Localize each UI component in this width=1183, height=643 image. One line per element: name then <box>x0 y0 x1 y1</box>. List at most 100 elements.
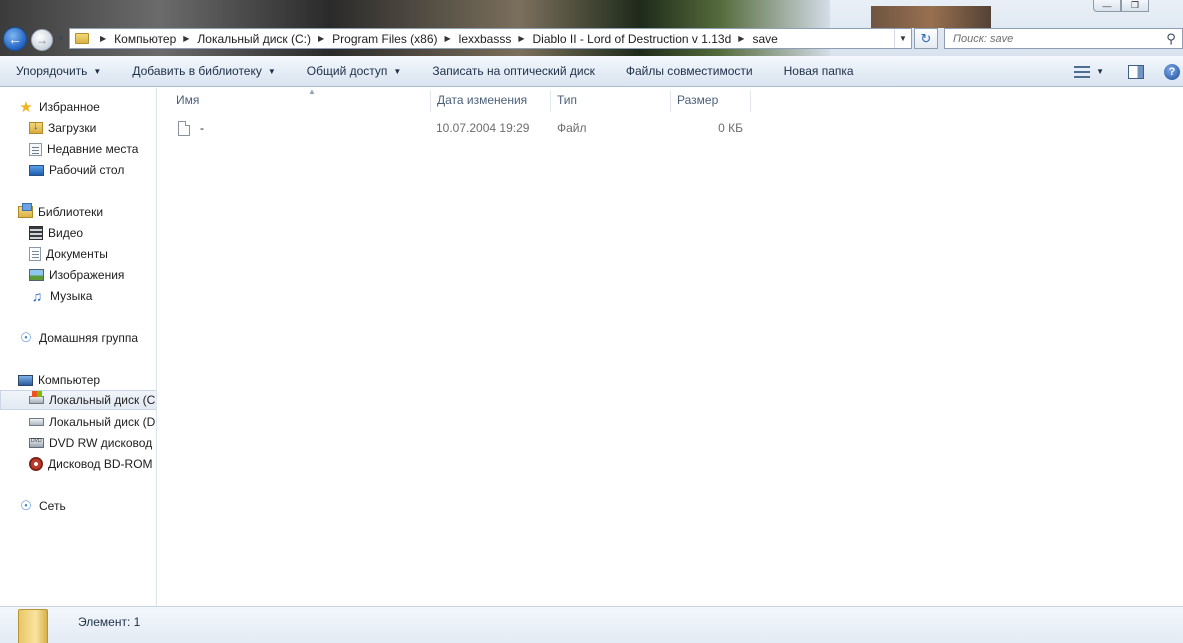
file-name: - <box>200 121 204 135</box>
add-to-library-button[interactable]: Добавить в библиотеку ▼ <box>116 64 290 78</box>
search-placeholder: Поиск: save <box>953 32 1014 45</box>
minimize-button[interactable]: — <box>1093 0 1121 12</box>
nav-desktop[interactable]: Рабочий стол <box>29 160 124 180</box>
nav-computer[interactable]: Компьютер <box>18 370 100 390</box>
background-thumbnail <box>871 6 991 28</box>
bd-rom-icon <box>29 457 43 471</box>
item-count: Элемент: 1 <box>78 615 141 629</box>
file-type: Файл <box>557 121 587 135</box>
navigation-pane: ★ Избранное Загрузки Недавние места Рабоч… <box>0 88 157 606</box>
nav-downloads[interactable]: Загрузки <box>29 118 96 138</box>
table-row[interactable]: - 10.07.2004 19:29 Файл 0 КБ <box>158 118 758 138</box>
nav-drive-d[interactable]: Локальный диск (D <box>29 412 155 432</box>
recent-pages-dropdown[interactable]: ▼ <box>57 34 65 43</box>
homegroup-icon: ☉ <box>20 330 32 345</box>
back-arrow-icon: ← <box>8 31 22 47</box>
title-bar: — ❐ ← → ▼ ▶ Компьютер ▶ Локальный диск (… <box>0 0 1183 56</box>
nav-favorites[interactable]: ★ Избранное <box>18 97 100 117</box>
status-bar: Элемент: 1 <box>0 606 1183 643</box>
star-icon: ★ <box>19 99 33 116</box>
chevron-right-icon[interactable]: ▶ <box>183 34 189 43</box>
column-divider[interactable] <box>750 90 751 112</box>
nav-homegroup[interactable]: ☉ Домашняя группа <box>18 328 138 348</box>
folder-icon <box>18 609 48 643</box>
nav-label: DVD RW дисковод ( <box>49 436 157 450</box>
window-controls: — ❐ <box>1093 0 1149 12</box>
new-folder-button[interactable]: Новая папка <box>768 64 869 78</box>
column-date-label: Дата изменения <box>437 93 528 107</box>
compat-files-button[interactable]: Файлы совместимости <box>610 64 768 78</box>
nav-bd-drive[interactable]: Дисковод BD-ROM <box>29 454 153 474</box>
share-label: Общий доступ <box>306 64 388 78</box>
chevron-right-icon[interactable]: ▶ <box>738 34 744 43</box>
compat-files-label: Файлы совместимости <box>625 64 753 78</box>
forward-arrow-icon: → <box>36 33 48 47</box>
preview-pane-icon[interactable] <box>1128 64 1144 79</box>
search-input[interactable]: Поиск: save ⚲ <box>944 28 1183 49</box>
nav-network[interactable]: ☉ Сеть <box>18 496 66 516</box>
file-date: 10.07.2004 19:29 <box>436 121 530 135</box>
address-history-dropdown[interactable]: ▼ <box>894 29 911 48</box>
nav-music[interactable]: ♫ Музыка <box>29 286 93 306</box>
nav-label: Библиотеки <box>38 205 104 219</box>
chevron-right-icon[interactable]: ▶ <box>445 34 451 43</box>
help-icon[interactable]: ? <box>1164 63 1180 80</box>
column-name-label: Имя <box>176 93 200 107</box>
video-icon <box>29 226 43 240</box>
nav-video[interactable]: Видео <box>29 223 83 243</box>
chevron-down-icon: ▼ <box>267 66 276 76</box>
music-icon: ♫ <box>31 288 43 304</box>
breadcrumb-computer[interactable]: Компьютер <box>114 32 176 46</box>
new-folder-label: Новая папка <box>783 64 854 78</box>
breadcrumb-save[interactable]: save <box>752 32 777 46</box>
folder-icon <box>75 33 89 44</box>
chevron-right-icon[interactable]: ▶ <box>100 34 106 43</box>
dvd-drive-icon <box>29 438 44 448</box>
column-size-label: Размер <box>677 93 719 107</box>
view-options-icon[interactable] <box>1074 65 1091 78</box>
view-options-dropdown[interactable]: ▼ <box>1096 67 1104 76</box>
chevron-right-icon[interactable]: ▶ <box>518 34 524 43</box>
nav-dvd-drive[interactable]: DVD RW дисковод ( <box>29 433 157 453</box>
nav-label: Рабочий стол <box>49 163 125 177</box>
add-to-library-label: Добавить в библиотеку <box>132 64 262 78</box>
breadcrumb-diablo[interactable]: Diablo II - Lord of Destruction v 1.13d <box>533 32 732 46</box>
column-header-date[interactable]: Дата изменения <box>431 88 551 112</box>
file-name-cell: - <box>178 118 204 138</box>
share-button[interactable]: Общий доступ ▼ <box>291 64 417 78</box>
column-header-type[interactable]: Тип <box>551 88 671 112</box>
burn-button[interactable]: Записать на оптический диск <box>416 64 610 78</box>
refresh-icon: ↻ <box>920 30 932 46</box>
breadcrumb-drive-c[interactable]: Локальный диск (C:) <box>197 32 311 46</box>
nav-documents[interactable]: Документы <box>29 244 108 264</box>
file-icon <box>178 120 190 136</box>
nav-images[interactable]: Изображения <box>29 265 124 285</box>
nav-label: Локальный диск (D <box>49 415 156 429</box>
search-icon[interactable]: ⚲ <box>1160 31 1182 47</box>
network-icon: ☉ <box>20 498 32 513</box>
chevron-down-icon: ▼ <box>93 66 102 76</box>
column-header-size[interactable]: Размер <box>671 88 751 112</box>
recent-places-icon <box>29 142 42 156</box>
chevron-right-icon[interactable]: ▶ <box>318 34 324 43</box>
nav-label: Документы <box>46 247 108 261</box>
organize-button[interactable]: Упорядочить ▼ <box>0 64 116 78</box>
images-icon <box>29 269 44 281</box>
view-controls: ▼ ? <box>1074 56 1183 87</box>
forward-button[interactable]: → <box>31 29 53 51</box>
nav-label: Видео <box>48 226 84 240</box>
address-bar[interactable]: ▶ Компьютер ▶ Локальный диск (C:) ▶ Prog… <box>69 28 912 49</box>
column-header-name[interactable]: Имя ▲ <box>170 87 430 112</box>
command-bar: Упорядочить ▼ Добавить в библиотеку ▼ Общи… <box>0 56 1183 87</box>
hard-drive-icon <box>29 418 44 426</box>
nav-libraries[interactable]: Библиотеки <box>18 202 103 222</box>
breadcrumb-program-files[interactable]: Program Files (x86) <box>332 32 437 46</box>
nav-drive-c[interactable]: Локальный диск (C <box>0 390 156 410</box>
breadcrumb-lexxbasss[interactable]: lexxbasss <box>459 32 512 46</box>
back-button[interactable]: ← <box>3 27 27 51</box>
documents-icon <box>29 247 41 261</box>
nav-recent-places[interactable]: Недавние места <box>29 139 138 159</box>
nav-label: Дисковод BD-ROM <box>48 457 153 471</box>
maximize-button[interactable]: ❐ <box>1121 0 1149 12</box>
refresh-button[interactable]: ↻ <box>914 28 938 49</box>
